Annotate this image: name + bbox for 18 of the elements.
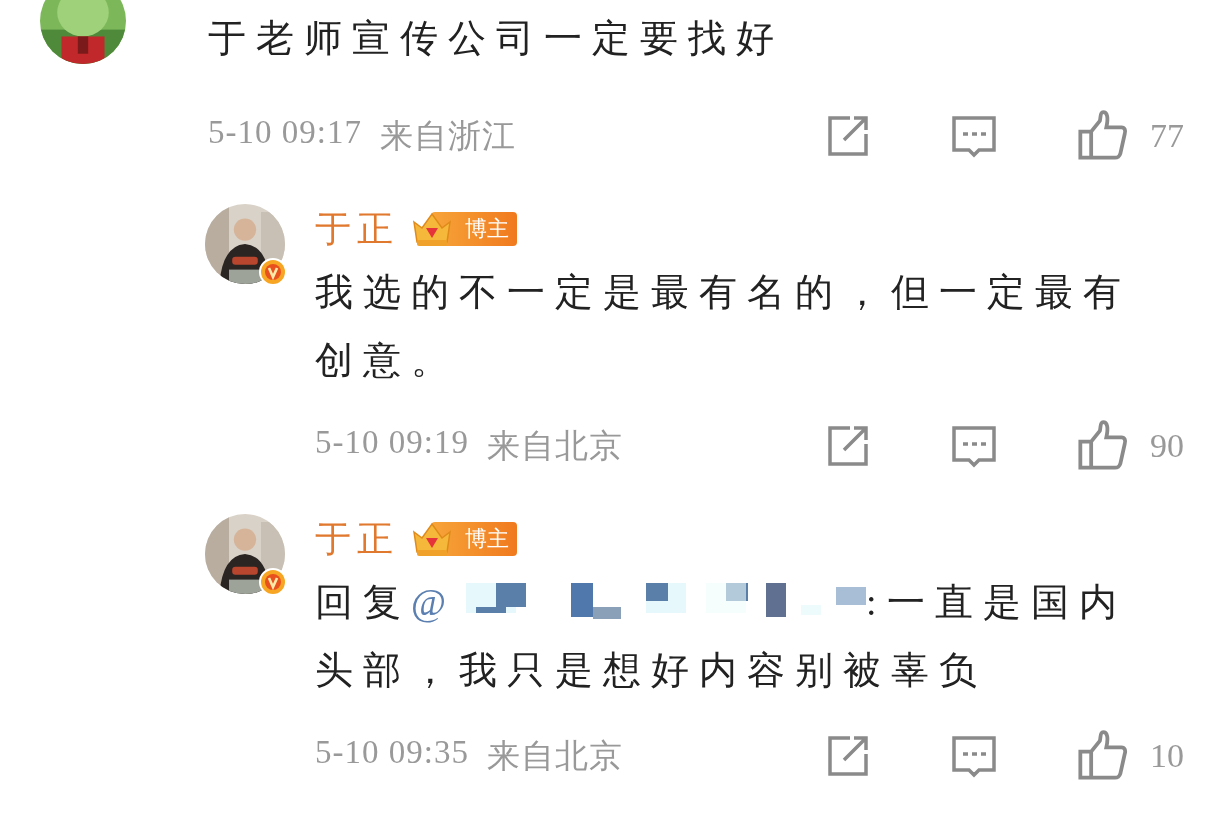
like-button[interactable]: 77 — [1076, 110, 1184, 162]
like-button[interactable]: 90 — [1076, 420, 1184, 472]
mention-link[interactable]: @ — [411, 581, 446, 623]
comment-location: 来自浙江 — [379, 116, 516, 156]
thumbs-up-icon — [1076, 420, 1128, 472]
comment-location: 来自北京 — [486, 736, 623, 776]
comment-location: 来自北京 — [486, 426, 623, 466]
comment-text: 于老师宣传公司一定要找好 — [208, 16, 785, 61]
author-name[interactable]: 于正 — [315, 514, 399, 564]
reply-text: 回复@ :一直是国内头部，我只是想好内容别被辜负 — [315, 568, 1165, 704]
like-button[interactable]: 10 — [1076, 730, 1184, 782]
thumbs-up-icon — [1076, 110, 1128, 162]
comment-time: 5-10 09:17 — [208, 113, 362, 152]
reply-text: 我选的不一定是最有名的，但一定最有创意。 — [315, 270, 1132, 383]
comment-time: 5-10 09:19 — [315, 423, 469, 462]
author-name[interactable]: 于正 — [315, 204, 399, 254]
thumbs-up-icon — [1076, 730, 1128, 782]
comment-time: 5-10 09:35 — [315, 733, 469, 772]
